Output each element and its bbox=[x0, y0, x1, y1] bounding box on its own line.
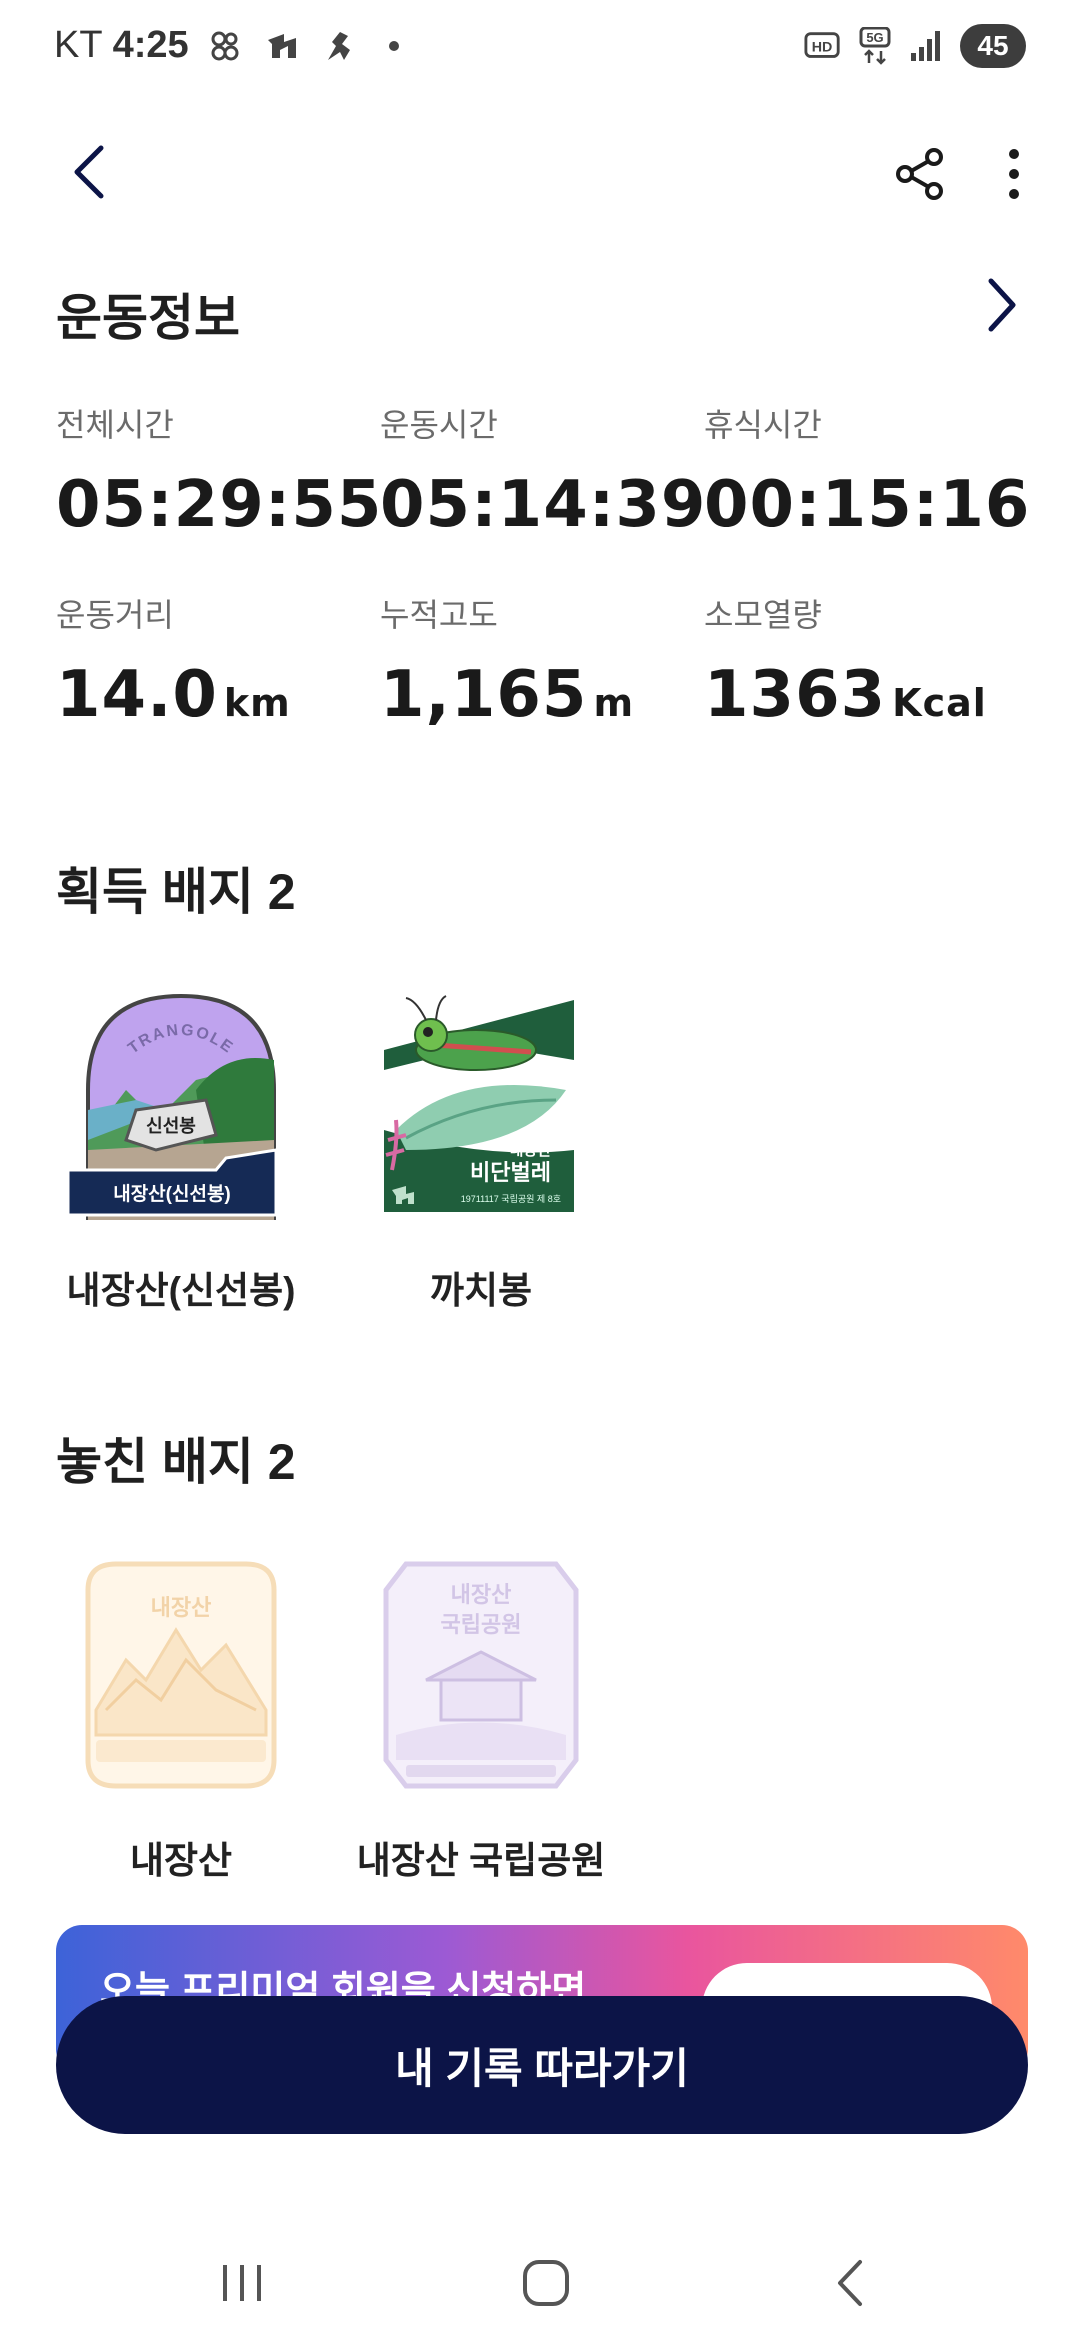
stat-label: 소모열량 bbox=[704, 597, 822, 633]
badge-name: 내장산 국립공원 bbox=[356, 1840, 606, 1881]
missed-badges-list: 내장산 내장산 내장산 국립공원 내장산 국립공원 bbox=[56, 1560, 656, 1884]
top-app-bar bbox=[0, 120, 1080, 230]
back-icon bbox=[74, 145, 104, 199]
status-bar: KT 4:25 HD 5G 45 bbox=[0, 0, 1080, 100]
stat-rest-time: 휴식시간 00:15:16 bbox=[704, 400, 1031, 542]
stat-total-time: 전체시간 05:29:55 bbox=[56, 400, 383, 542]
share-icon bbox=[896, 148, 943, 200]
earned-badge-kkachibong[interactable]: 내장산 비단벌레 19711117 국립공원 제 8호 까치봉 bbox=[356, 990, 656, 1314]
stat-distance: 운동거리 14.0 km bbox=[56, 590, 376, 732]
stat-label: 누적고도 bbox=[380, 597, 498, 633]
beetle-badge-image: 내장산 비단벌레 19711117 국립공원 제 8호 bbox=[384, 995, 574, 1212]
carrier-label: KT bbox=[54, 24, 103, 66]
home-icon bbox=[523, 2260, 569, 2306]
stat-label: 운동시간 bbox=[380, 407, 498, 443]
missed-badge-naejangsan-national-park[interactable]: 내장산 국립공원 내장산 국립공원 bbox=[356, 1560, 656, 1884]
stat-label: 휴식시간 bbox=[704, 407, 822, 443]
dual-sim-icon bbox=[207, 27, 245, 65]
chevron-right-icon bbox=[988, 278, 1016, 332]
nav-back-icon bbox=[838, 2260, 862, 2306]
earned-badges-list: TRANGOLE 신선봉 내장산(신선봉) 내장산(신선봉) 내장산 비단벌레 bbox=[56, 990, 656, 1314]
badge-name: 내장산(신선봉) bbox=[66, 1270, 296, 1311]
stat-value: 14.0 km bbox=[56, 658, 291, 732]
stat-unit: km bbox=[223, 681, 291, 725]
signal-icon bbox=[908, 27, 946, 65]
stat-unit: m bbox=[593, 681, 635, 725]
home-button[interactable] bbox=[496, 2248, 596, 2318]
stat-value: 1363 Kcal bbox=[704, 658, 987, 732]
stat-value: 00:15:16 bbox=[704, 468, 1031, 542]
exercise-info-detail-button[interactable] bbox=[966, 270, 1036, 340]
recents-button[interactable] bbox=[192, 2248, 292, 2318]
stat-value: 05:14:39 bbox=[380, 468, 707, 542]
stat-value: 05:29:55 bbox=[56, 468, 383, 542]
svg-text:내장산(신선봉): 내장산(신선봉) bbox=[113, 1183, 231, 1205]
stat-label: 전체시간 bbox=[56, 407, 174, 443]
national-park-badge-image: 내장산 국립공원 bbox=[383, 1561, 579, 1789]
system-navigation-bar bbox=[0, 2220, 1080, 2340]
svg-text:내장산: 내장산 bbox=[510, 1141, 552, 1159]
stat-value: 1,165 m bbox=[380, 658, 635, 732]
follow-my-record-button[interactable]: 내 기록 따라가기 bbox=[56, 1996, 1028, 2134]
stat-exercise-time: 운동시간 05:14:39 bbox=[380, 400, 707, 542]
earned-badges-title: 획득 배지 2 bbox=[56, 864, 296, 920]
stat-unit: Kcal bbox=[892, 681, 987, 725]
earned-badge-sinseonbong[interactable]: TRANGOLE 신선봉 내장산(신선봉) 내장산(신선봉) bbox=[56, 990, 356, 1314]
badge-name: 내장산 bbox=[129, 1840, 233, 1881]
svg-text:5G: 5G bbox=[866, 30, 883, 45]
svg-text:19711117 국립공원 제 8호: 19711117 국립공원 제 8호 bbox=[461, 1194, 561, 1204]
clock: 4:25 bbox=[112, 24, 189, 66]
more-vertical-icon bbox=[1009, 149, 1019, 199]
battery-icon: 45 bbox=[960, 24, 1026, 68]
sinseonbong-badge-image: TRANGOLE 신선봉 내장산(신선봉) bbox=[66, 993, 278, 1220]
missed-badge-naejangsan[interactable]: 내장산 내장산 bbox=[56, 1560, 356, 1884]
svg-text:국립공원: 국립공원 bbox=[441, 1612, 522, 1637]
svg-text:비단벌레: 비단벌레 bbox=[470, 1160, 551, 1185]
exercise-info-title: 운동정보 bbox=[56, 290, 240, 346]
back-button[interactable] bbox=[50, 132, 130, 212]
trangle-app-icon bbox=[263, 27, 301, 65]
svg-text:내장산: 내장산 bbox=[151, 1595, 212, 1620]
svg-text:내장산: 내장산 bbox=[451, 1582, 512, 1607]
5g-icon: 5G bbox=[856, 27, 894, 65]
svg-text:HD: HD bbox=[812, 40, 833, 56]
stat-label: 운동거리 bbox=[56, 597, 174, 633]
badge-name: 까치봉 bbox=[429, 1270, 533, 1311]
stat-calories: 소모열량 1363 Kcal bbox=[704, 590, 1024, 732]
hd-voice-icon: HD bbox=[804, 27, 842, 65]
notification-dot-icon bbox=[375, 27, 413, 65]
recents-icon bbox=[223, 2265, 261, 2301]
svg-text:신선봉: 신선봉 bbox=[146, 1116, 196, 1136]
stat-elevation: 누적고도 1,165 m bbox=[380, 590, 700, 732]
naejangsan-badge-image: 내장산 bbox=[85, 1561, 277, 1789]
share-button[interactable] bbox=[880, 134, 960, 214]
more-options-button[interactable] bbox=[974, 134, 1054, 214]
missed-badges-title: 놓친 배지 2 bbox=[56, 1434, 296, 1490]
runner-app-icon bbox=[319, 27, 357, 65]
nav-back-button[interactable] bbox=[800, 2248, 900, 2318]
